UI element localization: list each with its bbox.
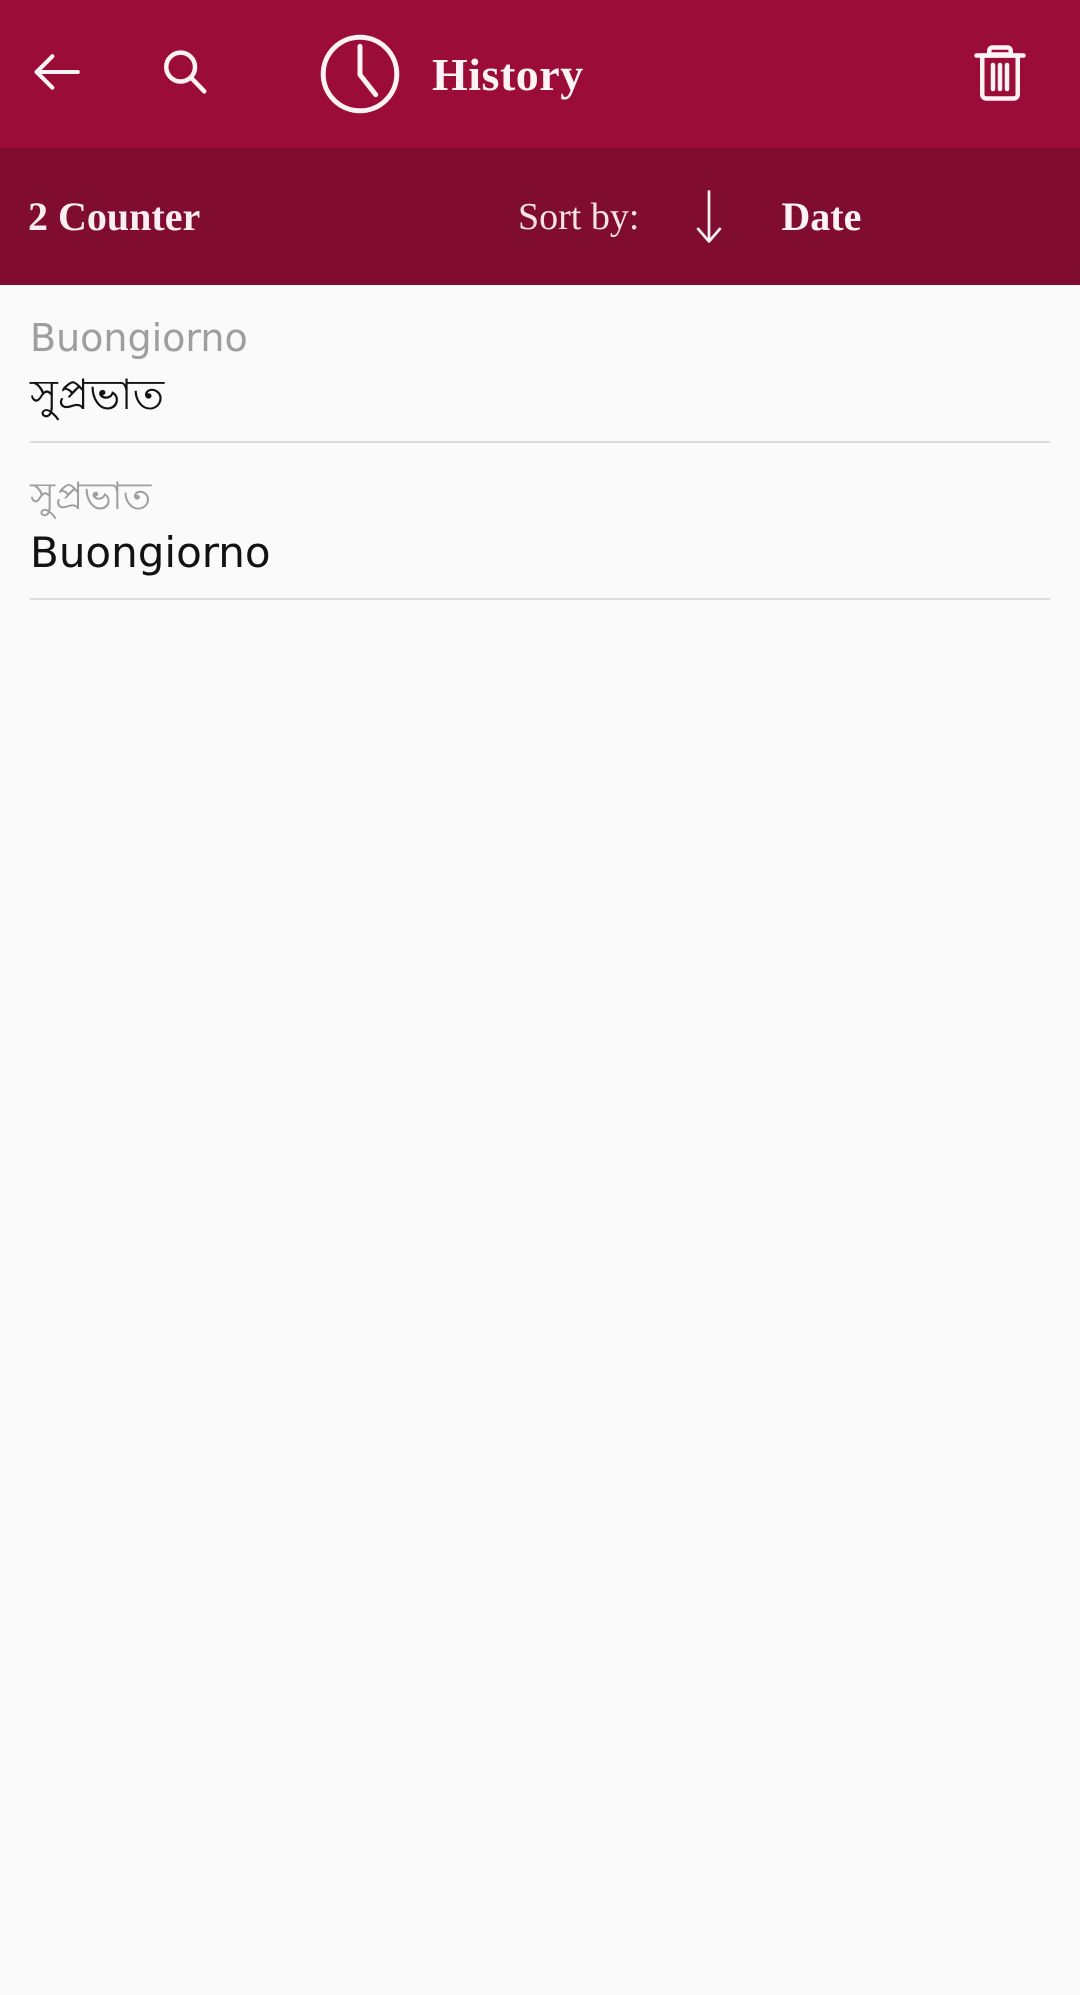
page-title: History	[432, 48, 584, 100]
arrow-left-icon	[27, 43, 85, 106]
history-list-item[interactable]: Buongiorno সুপ্রভাত	[0, 285, 1080, 443]
sub-header: 2 Counter Sort by: Date	[0, 148, 1080, 285]
sort-value-label[interactable]: Date	[781, 193, 861, 240]
history-screen: History 2 Counter Sort by: Date Buongior…	[0, 0, 1080, 1995]
history-item-source-text: সুপ্রভাত	[30, 473, 152, 518]
history-list-item[interactable]: সুপ্রভাত Buongiorno	[0, 443, 1080, 601]
counter-label: 2 Counter	[28, 194, 201, 239]
arrow-down-icon[interactable]	[685, 186, 733, 248]
list-divider	[30, 598, 1050, 601]
clock-icon	[314, 28, 406, 120]
search-button[interactable]	[136, 26, 232, 122]
sort-controls[interactable]: Sort by: Date	[518, 148, 861, 285]
history-item-target-text: Buongiorno	[30, 527, 271, 577]
back-button[interactable]	[8, 26, 104, 122]
sort-by-label: Sort by:	[518, 195, 640, 238]
history-list: Buongiorno সুপ্রভাত সুপ্রভাত Buongiorno	[0, 285, 1080, 601]
search-icon	[157, 45, 211, 104]
delete-history-button[interactable]	[958, 32, 1042, 116]
trash-icon	[970, 38, 1030, 111]
history-item-source-text: Buongiorno	[30, 316, 248, 360]
history-item-target-text: সুপ্রভাত	[30, 370, 165, 420]
app-bar: History	[0, 0, 1080, 148]
app-bar-title-group: History	[314, 28, 584, 120]
